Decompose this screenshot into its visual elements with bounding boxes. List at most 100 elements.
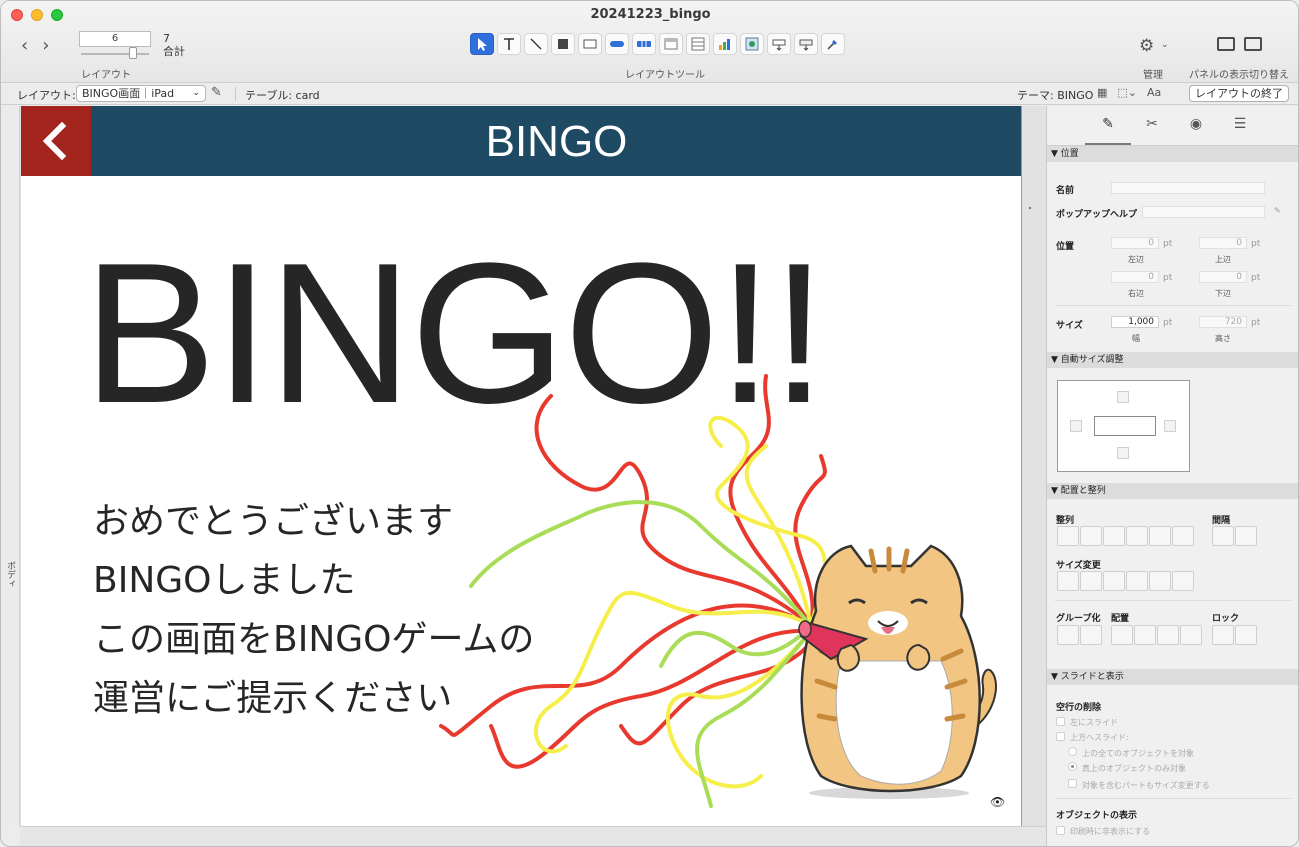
lock-icon[interactable] [1212, 625, 1234, 645]
top-field[interactable]: 0 [1199, 237, 1247, 249]
tooltip-field[interactable] [1142, 206, 1265, 218]
bottom-caption: 下辺 [1215, 289, 1231, 298]
sliding-section-header[interactable]: ▼ スライドと表示 [1047, 669, 1298, 685]
ruler-icon[interactable]: ✎ [1099, 116, 1117, 134]
insert-part-tool[interactable] [794, 33, 818, 55]
align-top-icon[interactable] [1126, 526, 1148, 546]
divider [1055, 600, 1291, 601]
left-caption: 左辺 [1128, 255, 1144, 264]
button-bar-tool[interactable] [632, 33, 656, 55]
right-panel-toggle-icon[interactable] [1244, 37, 1262, 51]
resize-largest-icon[interactable] [1172, 571, 1194, 591]
anchor-left-lock-icon[interactable] [1070, 420, 1082, 432]
top-caption: 上辺 [1215, 255, 1231, 264]
eyedropper-icon [827, 40, 837, 50]
hide-when-printing-checkbox[interactable] [1056, 826, 1065, 835]
resize-smallest-width-icon[interactable] [1057, 571, 1079, 591]
anchor-right-lock-icon[interactable] [1164, 420, 1176, 432]
all-above-radio[interactable] [1068, 747, 1077, 756]
hide-when-printing-label: 印刷時に非表示にする [1070, 827, 1151, 836]
align-left-icon[interactable] [1057, 526, 1079, 546]
send-to-back-icon[interactable] [1180, 625, 1202, 645]
arrange-section-header[interactable]: ▼ 配置と整列 [1047, 483, 1298, 499]
anchor-bottom-lock-icon[interactable] [1117, 447, 1129, 459]
right-field[interactable]: 0 [1111, 271, 1159, 283]
gear-icon[interactable]: ⚙ [1139, 36, 1154, 56]
position-section-header[interactable]: ▼ 位置 [1047, 146, 1298, 162]
align-center-icon[interactable] [1080, 526, 1102, 546]
back-button[interactable] [21, 106, 91, 176]
insert-field-tool[interactable] [767, 33, 791, 55]
popover-icon [664, 38, 678, 50]
popover-tool[interactable] [659, 33, 683, 55]
top-unit: pt [1251, 239, 1261, 249]
layout-select[interactable]: BINGO画面｜iPad ⌄ [76, 85, 206, 102]
width-field[interactable]: 1,000 [1111, 316, 1159, 328]
theme-icon[interactable]: ▦ [1097, 86, 1107, 99]
autosize-anchor-box [1057, 380, 1190, 472]
layout-label: レイアウト [81, 70, 131, 81]
resize-largest-height-icon[interactable] [1126, 571, 1148, 591]
send-backward-icon[interactable] [1157, 625, 1179, 645]
chart-tool[interactable] [713, 33, 737, 55]
palette-icon[interactable]: ◉ [1187, 116, 1205, 134]
layout-canvas[interactable]: BINGO BINGO!! おめでとうございます BINGOしました この画面を… [21, 106, 1022, 826]
web-viewer-tool[interactable] [740, 33, 764, 55]
group-icon[interactable] [1057, 625, 1079, 645]
button-tool[interactable] [605, 33, 629, 55]
previous-record-icon[interactable]: ‹ [21, 35, 28, 56]
slide-up-checkbox[interactable] [1056, 732, 1065, 741]
bring-to-front-icon[interactable] [1111, 625, 1133, 645]
field-tool[interactable] [578, 33, 602, 55]
space-vertical-icon[interactable] [1235, 526, 1257, 546]
text-style-icon[interactable]: Aa [1147, 86, 1161, 99]
record-slider-knob[interactable] [129, 47, 137, 59]
edit-layout-icon[interactable]: ✎ [211, 85, 222, 100]
edit-tooltip-icon[interactable]: ✎ [1274, 206, 1281, 215]
record-slider[interactable] [81, 53, 149, 55]
database-icon[interactable]: ☰ [1231, 116, 1249, 134]
left-field[interactable]: 0 [1111, 237, 1159, 249]
body-part-label[interactable]: ボディ [4, 561, 17, 588]
resize-smallest-icon[interactable] [1149, 571, 1171, 591]
remove-blank-label: 空行の削除 [1056, 703, 1102, 713]
bring-forward-icon[interactable] [1134, 625, 1156, 645]
ungroup-icon[interactable] [1080, 625, 1102, 645]
line-tool[interactable] [524, 33, 548, 55]
grid-icon[interactable]: ⬚⌄ [1117, 86, 1137, 99]
tools-icon[interactable]: ✂ [1143, 116, 1161, 134]
record-number-field[interactable]: 6 [79, 31, 151, 47]
message-line-1: おめでとうございます [93, 501, 454, 542]
next-record-icon[interactable]: › [42, 35, 49, 56]
autosize-section-header[interactable]: ▼ 自動サイズ調整 [1047, 352, 1298, 368]
slide-left-label: 左にスライド [1070, 718, 1118, 727]
pointer-tool[interactable] [470, 33, 494, 55]
space-horizontal-icon[interactable] [1212, 526, 1234, 546]
divider [1055, 305, 1291, 306]
resize-smallest-height-icon[interactable] [1103, 571, 1125, 591]
align-middle-icon[interactable] [1149, 526, 1171, 546]
portal-tool[interactable] [686, 33, 710, 55]
text-tool[interactable] [497, 33, 521, 55]
horizontal-scrollbar[interactable] [20, 826, 1046, 846]
chevron-down-icon[interactable]: ⌄ [1161, 40, 1169, 50]
spacing-buttons [1212, 526, 1257, 546]
align-bottom-icon[interactable] [1172, 526, 1194, 546]
width-unit: pt [1163, 318, 1173, 328]
bottom-field[interactable]: 0 [1199, 271, 1247, 283]
left-panel-toggle-icon[interactable] [1217, 37, 1235, 51]
align-right-icon[interactable] [1103, 526, 1125, 546]
anchor-top-lock-icon[interactable] [1117, 391, 1129, 403]
exit-layout-button[interactable]: レイアウトの終了 [1189, 85, 1289, 102]
right-caption: 右辺 [1128, 289, 1144, 298]
resize-enclosing-checkbox[interactable] [1068, 779, 1077, 788]
directly-above-radio[interactable] [1068, 762, 1077, 771]
name-field[interactable] [1111, 182, 1265, 194]
eye-icon[interactable]: 👁 [990, 795, 1005, 809]
resize-largest-width-icon[interactable] [1080, 571, 1102, 591]
slide-left-checkbox[interactable] [1056, 717, 1065, 726]
height-field[interactable]: 720 [1199, 316, 1247, 328]
shape-tool[interactable] [551, 33, 575, 55]
format-painter-tool[interactable] [821, 33, 845, 55]
unlock-icon[interactable] [1235, 625, 1257, 645]
